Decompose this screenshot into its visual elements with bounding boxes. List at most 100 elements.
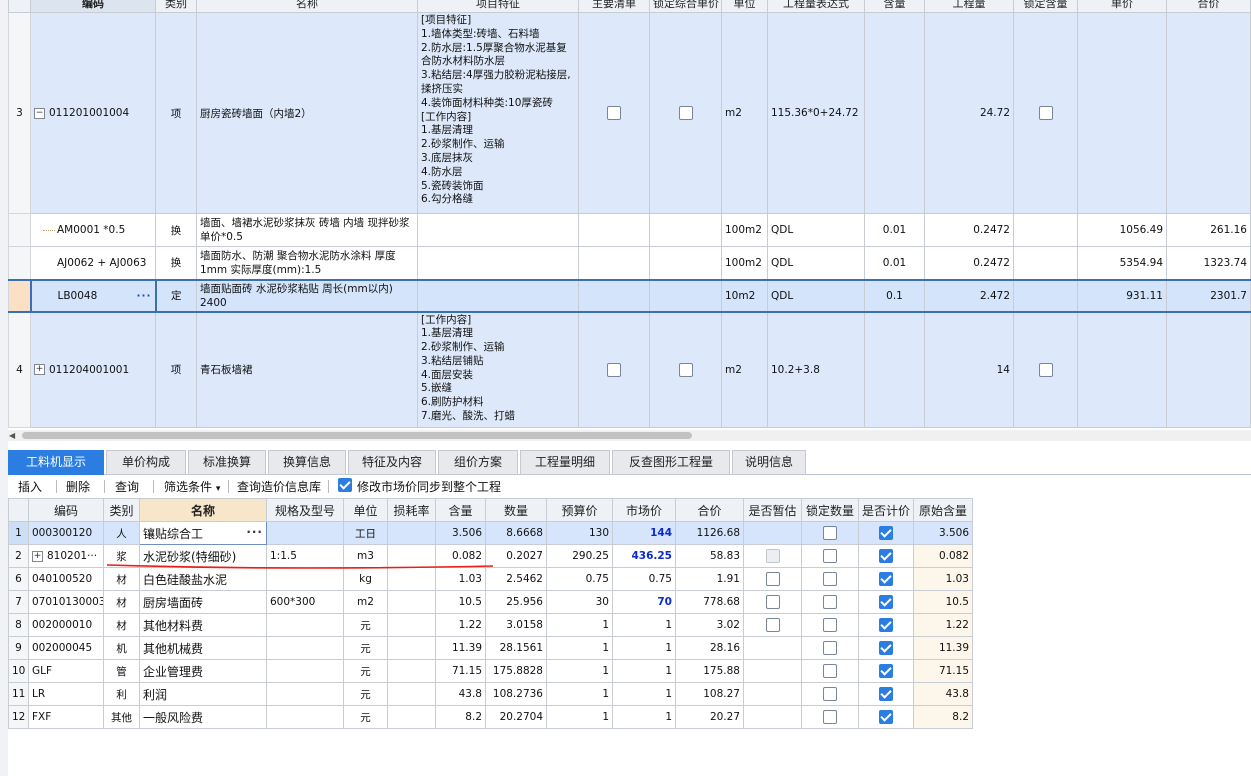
lock-qty-cell[interactable] bbox=[801, 705, 859, 729]
header-content[interactable]: 含量 bbox=[864, 0, 925, 13]
total-cell[interactable]: 1126.68 bbox=[675, 521, 744, 545]
feature-cell[interactable]: [工作内容] 1.基层清理 2.砂浆制作、运输 3.粘结层铺贴 4.面层安装 5… bbox=[417, 311, 579, 428]
qty-cell[interactable]: 3.0158 bbox=[485, 613, 547, 637]
is-priced-cell[interactable] bbox=[858, 682, 914, 706]
unit-cell[interactable]: 元 bbox=[343, 613, 388, 637]
more-button[interactable]: ··· bbox=[246, 525, 263, 539]
unit-cell[interactable]: 100m2 bbox=[721, 213, 768, 247]
qty-cell[interactable]: 175.8828 bbox=[485, 659, 547, 683]
table-row[interactable]: 10 GLF 管企业管理费元 71.15 175.8828 1 1 175.88 71.15 bbox=[8, 659, 973, 683]
lock-qty-cell[interactable] bbox=[801, 682, 859, 706]
main-list-cell[interactable] bbox=[578, 213, 650, 247]
lock-qty-cell[interactable] bbox=[801, 544, 859, 568]
tab-labor-material-machine[interactable]: 工料机显示 bbox=[8, 450, 104, 475]
is-estimate-checkbox[interactable] bbox=[765, 595, 780, 609]
is-priced-cell[interactable] bbox=[858, 705, 914, 729]
header-spec[interactable]: 规格及型号 bbox=[266, 498, 344, 522]
original-content-cell[interactable]: 43.8 bbox=[913, 682, 973, 706]
budget-price-cell[interactable]: 1 bbox=[546, 682, 613, 706]
lock-qty-checkbox[interactable] bbox=[823, 526, 837, 540]
qty-cell[interactable]: 2.5462 bbox=[485, 567, 547, 591]
header-lock-content[interactable]: 锁定含量 bbox=[1013, 0, 1078, 13]
type-cell[interactable]: 人 bbox=[103, 521, 140, 545]
lock-qty-checkbox[interactable] bbox=[823, 664, 837, 678]
lock-price-cell[interactable] bbox=[649, 311, 722, 428]
unit-cell[interactable]: 元 bbox=[343, 659, 388, 683]
type-cell[interactable]: 项 bbox=[155, 12, 197, 214]
table-row[interactable]: 6 040100520 材白色硅酸盐水泥 kg 1.03 2.5462 0.75 0.75 1.… bbox=[8, 567, 973, 591]
table-row[interactable]: 12 FXF 其他 一般风险费元 8.2 20.2704 1 1 20.27 8.2 bbox=[8, 705, 973, 729]
delete-button[interactable]: 删除 bbox=[66, 478, 90, 495]
code-cell[interactable]: +011204001001 bbox=[30, 311, 156, 428]
total-cell[interactable]: 28.16 bbox=[675, 636, 744, 660]
is-priced-cell[interactable] bbox=[858, 636, 914, 660]
qty-cell[interactable]: 28.1561 bbox=[485, 636, 547, 660]
type-cell[interactable]: 利 bbox=[103, 682, 140, 706]
content-cell[interactable] bbox=[864, 311, 925, 428]
qty-cell[interactable]: 0.2472 bbox=[924, 246, 1014, 280]
total-cell[interactable]: 778.68 bbox=[675, 590, 744, 614]
header-loss-rate[interactable]: 损耗率 bbox=[387, 498, 436, 522]
code-cell[interactable]: AJ0062 + AJ0063 bbox=[30, 246, 156, 280]
scroll-left-icon[interactable]: ◀ bbox=[9, 431, 15, 440]
qty-cell[interactable]: 14 bbox=[924, 311, 1014, 428]
loss-rate-cell[interactable] bbox=[387, 705, 436, 729]
query-button[interactable]: 查询 bbox=[115, 478, 139, 495]
lock-content-cell[interactable] bbox=[1013, 311, 1078, 428]
budget-price-cell[interactable]: 1 bbox=[546, 659, 613, 683]
total-cell[interactable]: 58.83 bbox=[675, 544, 744, 568]
name-cell[interactable]: 青石板墙裙 bbox=[196, 311, 418, 428]
market-price-cell[interactable]: 1 bbox=[612, 613, 676, 637]
expand-icon[interactable]: + bbox=[32, 550, 43, 562]
is-priced-checkbox[interactable] bbox=[879, 618, 893, 632]
loss-rate-cell[interactable] bbox=[387, 590, 436, 614]
content-cell[interactable]: 3.506 bbox=[435, 521, 486, 545]
code-cell[interactable]: 000300120 bbox=[28, 521, 104, 545]
lock-content-checkbox[interactable] bbox=[1038, 106, 1053, 120]
loss-rate-cell[interactable] bbox=[387, 567, 436, 591]
main-list-cell[interactable] bbox=[578, 278, 650, 313]
name-cell[interactable]: 墙面贴面砖 水泥砂浆粘贴 周长(mm以内) 2400 bbox=[196, 278, 418, 313]
table-row-selected[interactable]: LB0048 ··· 定 墙面贴面砖 水泥砂浆粘贴 周长(mm以内) 2400 … bbox=[8, 278, 1251, 313]
spec-cell[interactable] bbox=[266, 682, 344, 706]
code-cell[interactable]: −011201001004 bbox=[30, 12, 156, 214]
code-cell[interactable]: LR bbox=[28, 682, 104, 706]
table-row[interactable]: 7 07010130003 材厨房墙面砖 600*300 m2 10.5 25.956 30 7… bbox=[8, 590, 973, 614]
main-list-cell[interactable] bbox=[578, 12, 650, 214]
feature-cell[interactable] bbox=[417, 213, 579, 247]
header-type[interactable]: 类别 bbox=[155, 0, 197, 13]
type-cell[interactable]: 项 bbox=[155, 311, 197, 428]
header-qty-expr[interactable]: 工程量表达式 bbox=[767, 0, 865, 13]
total-cell[interactable]: 261.16 bbox=[1166, 213, 1251, 247]
is-estimate-cell[interactable] bbox=[743, 659, 802, 683]
lock-qty-checkbox[interactable] bbox=[823, 572, 837, 586]
table-row[interactable]: 3 −011201001004 项 厨房瓷砖墙面（内墙2） [项目特征] 1.墙… bbox=[8, 12, 1251, 214]
code-cell[interactable]: LB0048 ··· bbox=[29, 278, 156, 313]
content-cell[interactable]: 0.1 bbox=[864, 278, 925, 313]
spec-cell[interactable] bbox=[266, 567, 344, 591]
is-estimate-cell[interactable] bbox=[743, 521, 802, 545]
lock-qty-cell[interactable] bbox=[801, 567, 859, 591]
main-list-cell[interactable] bbox=[578, 311, 650, 428]
unit-cell[interactable]: 元 bbox=[343, 705, 388, 729]
price-cell[interactable]: 5354.94 bbox=[1077, 246, 1167, 280]
market-price-cell[interactable]: 1 bbox=[612, 705, 676, 729]
more-button[interactable]: ··· bbox=[137, 290, 152, 302]
name-cell[interactable]: 其他材料费 bbox=[139, 613, 267, 637]
tab-standard-conversion[interactable]: 标准换算 bbox=[188, 450, 266, 475]
lock-content-cell[interactable] bbox=[1013, 12, 1078, 214]
expr-cell[interactable]: QDL bbox=[767, 278, 865, 313]
lock-qty-checkbox[interactable] bbox=[823, 595, 837, 609]
spec-cell[interactable]: 600*300 bbox=[266, 590, 344, 614]
code-cell[interactable]: FXF bbox=[28, 705, 104, 729]
is-priced-checkbox[interactable] bbox=[879, 549, 893, 563]
unit-cell[interactable]: m2 bbox=[343, 590, 388, 614]
name-cell[interactable]: 一般风险费 bbox=[139, 705, 267, 729]
is-estimate-cell[interactable] bbox=[743, 682, 802, 706]
total-cell[interactable]: 175.88 bbox=[675, 659, 744, 683]
spec-cell[interactable] bbox=[266, 613, 344, 637]
qty-cell[interactable]: 2.472 bbox=[924, 278, 1014, 313]
spec-cell[interactable] bbox=[266, 705, 344, 729]
is-estimate-cell[interactable] bbox=[743, 636, 802, 660]
feature-cell[interactable] bbox=[417, 246, 579, 280]
